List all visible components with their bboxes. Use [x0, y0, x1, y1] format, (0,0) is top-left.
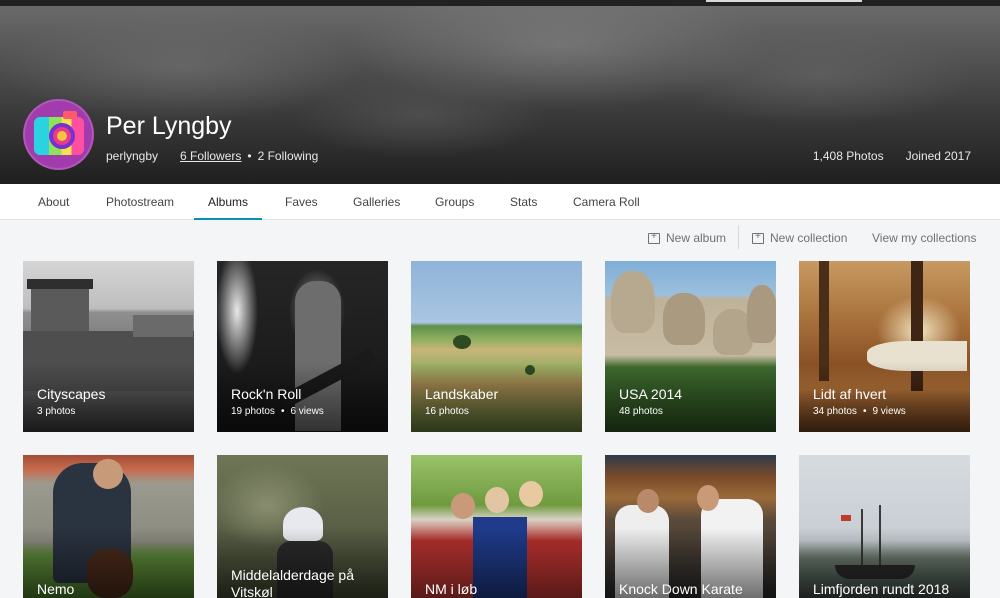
album-meta: 3 photos: [37, 406, 75, 417]
followers-link[interactable]: 6 Followers: [180, 149, 241, 163]
album-photo-count: 48 photos: [619, 406, 663, 417]
avatar[interactable]: [23, 99, 94, 170]
new-collection-label: New collection: [770, 231, 848, 245]
album-title: Nemo: [37, 581, 75, 597]
album-card-landskaber[interactable]: Landskaber 16 photos: [411, 261, 582, 432]
album-title: Middelalderdage på Vitskøl: [231, 567, 354, 598]
album-title: USA 2014: [619, 386, 683, 402]
album-view-count: 6 views: [290, 406, 324, 417]
following-link[interactable]: 2 Following: [258, 149, 319, 163]
album-meta: 16 photos: [425, 406, 469, 417]
tab-stats[interactable]: Stats: [496, 184, 551, 220]
new-album-label: New album: [666, 231, 727, 245]
new-album-button[interactable]: New album: [648, 228, 726, 248]
album-meta: 19 photos • 6 views: [231, 406, 324, 417]
album-photo-count: 3 photos: [37, 406, 76, 417]
album-meta: 48 photos: [619, 406, 663, 417]
album-photo-count: 16 photos: [425, 406, 469, 417]
joined-date: Joined 2017: [905, 149, 971, 163]
view-collections-link[interactable]: View my collections: [872, 228, 976, 248]
album-title: Cityscapes: [37, 386, 106, 402]
search-input[interactable]: [706, 0, 862, 2]
view-collections-label: View my collections: [872, 231, 977, 245]
tab-galleries[interactable]: Galleries: [339, 184, 414, 220]
album-title: NM i løb: [425, 581, 478, 597]
album-photo-count: 19 photos: [231, 406, 275, 417]
tab-camera-roll[interactable]: Camera Roll: [559, 184, 654, 220]
tab-about[interactable]: About: [24, 184, 83, 220]
album-title: Lidt af hvert: [813, 386, 887, 402]
album-card-middelalderdage[interactable]: Middelalderdage på Vitskøl: [217, 455, 388, 598]
photo-count: 1,408 Photos: [812, 149, 884, 163]
username: perlyngby: [106, 149, 159, 163]
album-title: Rock'n Roll: [231, 386, 302, 402]
toolbar-divider: [738, 225, 739, 249]
add-album-icon: [648, 231, 660, 244]
album-card-knock-down-karate[interactable]: Knock Down Karate: [605, 455, 776, 598]
album-meta: 34 photos • 9 views: [813, 406, 906, 417]
album-card-nm-i-lob[interactable]: NM i løb: [411, 455, 582, 598]
album-photo-count: 34 photos: [813, 406, 857, 417]
add-collection-icon: [752, 231, 764, 244]
album-card-cityscapes[interactable]: Cityscapes 3 photos: [23, 261, 194, 432]
separator-dot: •: [247, 149, 252, 163]
album-title: Limfjorden rundt 2018: [813, 581, 950, 597]
album-card-limfjorden-rundt-2018[interactable]: Limfjorden rundt 2018: [799, 455, 970, 598]
profile-meta: perlyngby 6 Followers • 2 Following: [106, 149, 318, 163]
profile-tabs: About Photostream Albums Faves Galleries…: [0, 184, 1000, 220]
album-title: Landskaber: [425, 386, 499, 402]
album-card-lidt-af-hvert[interactable]: Lidt af hvert 34 photos • 9 views: [799, 261, 970, 432]
album-card-usa-2014[interactable]: USA 2014 48 photos: [605, 261, 776, 432]
profile-stats: 1,408 Photos Joined 2017: [813, 149, 971, 163]
tab-groups[interactable]: Groups: [421, 184, 488, 220]
album-card-nemo[interactable]: Nemo: [23, 455, 194, 598]
new-collection-button[interactable]: New collection: [752, 228, 847, 248]
album-title: Knock Down Karate: [619, 581, 743, 597]
profile-name: Per Lyngby: [106, 112, 232, 140]
album-card-rock-n-roll[interactable]: Rock'n Roll 19 photos • 6 views: [217, 261, 388, 432]
tab-faves[interactable]: Faves: [271, 184, 332, 220]
tab-photostream[interactable]: Photostream: [92, 184, 188, 220]
album-view-count: 9 views: [872, 406, 906, 417]
tab-albums[interactable]: Albums: [194, 184, 263, 220]
albums-toolbar: New album New collection View my collect…: [0, 228, 1000, 248]
